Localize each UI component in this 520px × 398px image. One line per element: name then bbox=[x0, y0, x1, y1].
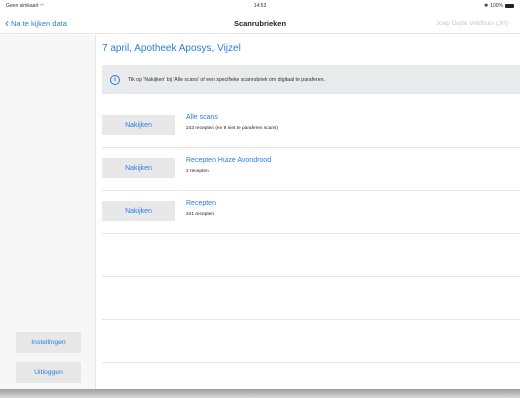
page-title: 7 april, Apotheek Aposys, Vijzel bbox=[102, 43, 241, 54]
list-item-subtitle: 243 recepten (en 9 niet te paraferen sca… bbox=[186, 126, 278, 131]
review-button[interactable]: Nakijken bbox=[102, 201, 175, 221]
device-bottom-edge bbox=[0, 389, 520, 398]
list-item-subtitle: 2 recepten bbox=[186, 169, 209, 174]
list-item-title[interactable]: Recepten Huize Avondrood bbox=[186, 157, 271, 164]
empty-row-divider bbox=[102, 362, 520, 363]
list-item-title[interactable]: Recepten bbox=[186, 200, 216, 207]
empty-row-divider bbox=[102, 276, 520, 277]
review-button[interactable]: Nakijken bbox=[102, 158, 175, 178]
sidebar: Instellingen Uitloggen bbox=[0, 35, 96, 390]
info-banner: i Tik op 'Nakijken' bij 'Alle scans' of … bbox=[102, 65, 520, 94]
info-icon: i bbox=[110, 74, 120, 85]
settings-button[interactable]: Instellingen bbox=[16, 332, 81, 353]
logout-button[interactable]: Uitloggen bbox=[16, 362, 81, 383]
navigation-bar: ‹ Na te kijken data Scanrubrieken Joep O… bbox=[0, 12, 520, 34]
empty-row-divider bbox=[102, 319, 520, 320]
user-label: Joep Oude Veldhuis (JH) bbox=[435, 20, 508, 27]
review-button[interactable]: Nakijken bbox=[102, 115, 175, 135]
status-bar: Geen simkaart ◠ 14:53 ✱ 100% bbox=[0, 0, 520, 12]
info-text: Tik op 'Nakijken' bij 'Alle scans' of ee… bbox=[128, 76, 325, 83]
list-item: Nakijken Recepten 241 recepten bbox=[102, 191, 520, 234]
list-item: Nakijken Recepten Huize Avondrood 2 rece… bbox=[102, 148, 520, 191]
clock: 14:53 bbox=[253, 3, 267, 9]
main-content: 7 april, Apotheek Aposys, Vijzel i Tik o… bbox=[102, 35, 520, 390]
list-item-title[interactable]: Alle scans bbox=[186, 114, 218, 121]
list-item: Nakijken Alle scans 243 recepten (en 9 n… bbox=[102, 105, 520, 148]
list-item-subtitle: 241 recepten bbox=[186, 212, 215, 217]
